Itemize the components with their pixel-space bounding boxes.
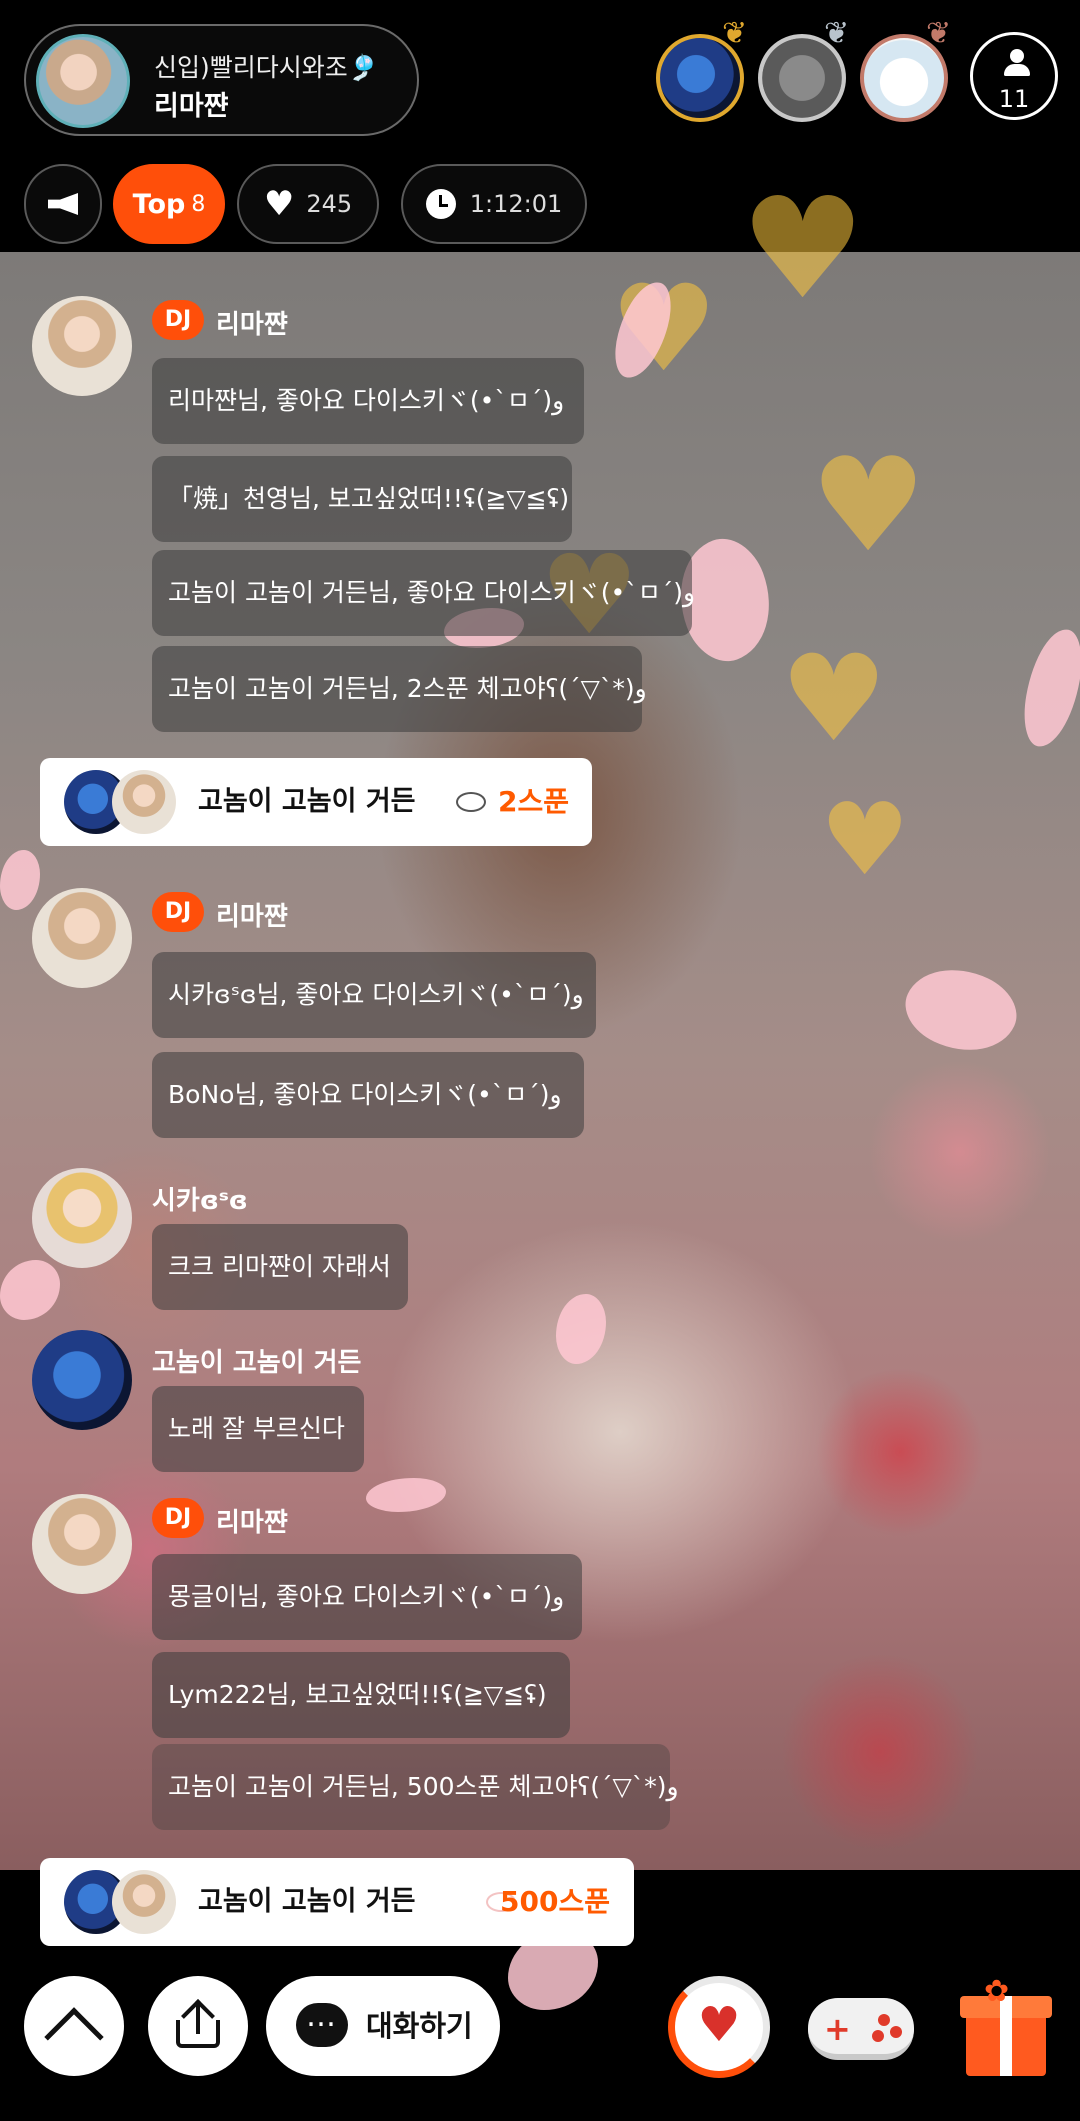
listener-count-button[interactable]: 11 (970, 32, 1058, 120)
user-icon (1004, 49, 1030, 77)
dj-badge: DJ (152, 300, 204, 340)
chat-message: 고놈이 고놈이 거든님, 2스푼 체고야ʕ(´▽`*)و (152, 646, 647, 732)
user-chat-avatar[interactable] (32, 1330, 132, 1430)
floating-heart-icon: ♥ (780, 630, 888, 769)
share-icon (176, 1999, 220, 2048)
gift-amount: 2스푼 (498, 785, 570, 818)
floating-heart-icon: ♥ (810, 429, 927, 581)
share-button[interactable] (148, 1976, 248, 2076)
chat-message: 몽글이님, 좋아요 다이스키ヾ(•`ㅁ´)و (152, 1554, 582, 1640)
timer-pill: 1:12:01 (401, 164, 587, 244)
heart-icon: ♥ (263, 184, 295, 224)
megaphone-icon (48, 193, 78, 215)
gift-notification: 고놈이 고놈이 거든 500스푼 (40, 1858, 634, 1946)
announcement-button[interactable] (24, 164, 102, 244)
host-name: 리마쨘 (154, 91, 229, 122)
chat-message: 시카ɞˢɞ님, 좋아요 다이스키ヾ(•`ㅁ´)و (152, 952, 596, 1038)
chat-message: BoNo님, 좋아요 다이스키ヾ(•`ㅁ´)و (152, 1052, 584, 1138)
spoon-icon (456, 792, 486, 812)
gift-receiver-avatar (112, 1870, 176, 1934)
chat-username: 리마쨘 (216, 1508, 288, 1538)
wing-icon: ❦ (722, 16, 748, 51)
wing-icon: ❦ (824, 16, 850, 51)
gift-amount: 500스푼 (500, 1885, 610, 1918)
like-button[interactable]: ♥ (668, 1976, 770, 2078)
gift-sender-name: 고놈이 고놈이 거든 (198, 1886, 416, 1917)
gift-icon[interactable]: ✿ (960, 1974, 1052, 2078)
broadcast-title: 신입)빨리다시와조🎐 (154, 53, 379, 82)
listener-count: 11 (998, 85, 1030, 113)
host-chat-avatar[interactable] (32, 296, 132, 396)
chat-message: 노래 잘 부르신다 (152, 1386, 364, 1472)
likes-pill[interactable]: ♥ 245 (237, 164, 379, 244)
open-chat-button[interactable]: 대화하기 (266, 1976, 500, 2076)
user-chat-avatar[interactable] (32, 1168, 132, 1268)
chat-message: 고놈이 고놈이 거든님, 좋아요 다이스키ヾ(•`ㅁ´)و (152, 550, 695, 636)
chat-message: 「焼」천영님, 보고싶었떠!!ʢ(≧▽≦ʢ) (152, 456, 572, 542)
chat-message: 리마쨘님, 좋아요 다이스키ヾ(•`ㅁ´)و (152, 358, 584, 444)
chat-username: 시카ɞˢɞ (152, 1186, 248, 1216)
floating-heart-icon: ♥ (740, 168, 866, 331)
gift-notification: 고놈이 고놈이 거든 2스푼 (40, 758, 592, 846)
gamepad-icon[interactable]: + (808, 1988, 914, 2064)
wing-icon: ❦ (926, 16, 952, 51)
scroll-up-button[interactable] (24, 1976, 124, 2076)
chat-message: Lym222님, 보고싶었떠!!ʢ(≧▽≦ʢ) (152, 1652, 570, 1738)
gift-receiver-avatar (112, 770, 176, 834)
chat-message: 고놈이 고놈이 거든님, 500스푼 체고야ʕ(´▽`*)و (152, 1744, 679, 1830)
host-chat-avatar[interactable] (32, 1494, 132, 1594)
top-label: Top (132, 188, 186, 220)
likes-count: 245 (306, 190, 353, 218)
broadcast-timer: 1:12:01 (469, 190, 563, 218)
chat-username: 리마쨘 (216, 902, 288, 932)
floating-heart-icon: ♥ (820, 781, 910, 898)
chevron-up-icon (44, 2007, 104, 2067)
chat-username: 리마쨘 (216, 310, 288, 340)
chat-message: 크크 리마쨘이 자래서 (152, 1224, 408, 1310)
chat-bubble-icon (296, 1999, 348, 2047)
dj-badge: DJ (152, 1498, 204, 1538)
host-profile-pill[interactable]: 신입)빨리다시와조🎐 리마쨘 (24, 24, 419, 136)
host-chat-avatar[interactable] (32, 888, 132, 988)
top-count: 8 (191, 191, 206, 217)
gift-sender-name: 고놈이 고놈이 거든 (198, 786, 416, 817)
open-chat-label: 대화하기 (366, 2009, 473, 2043)
heart-icon: ♥ (697, 1997, 741, 2053)
chat-username: 고놈이 고놈이 거든 (152, 1348, 362, 1378)
host-avatar[interactable] (36, 34, 130, 128)
top-ranking-button[interactable]: Top 8 (113, 164, 225, 244)
dj-badge: DJ (152, 892, 204, 932)
clock-icon (425, 189, 456, 219)
